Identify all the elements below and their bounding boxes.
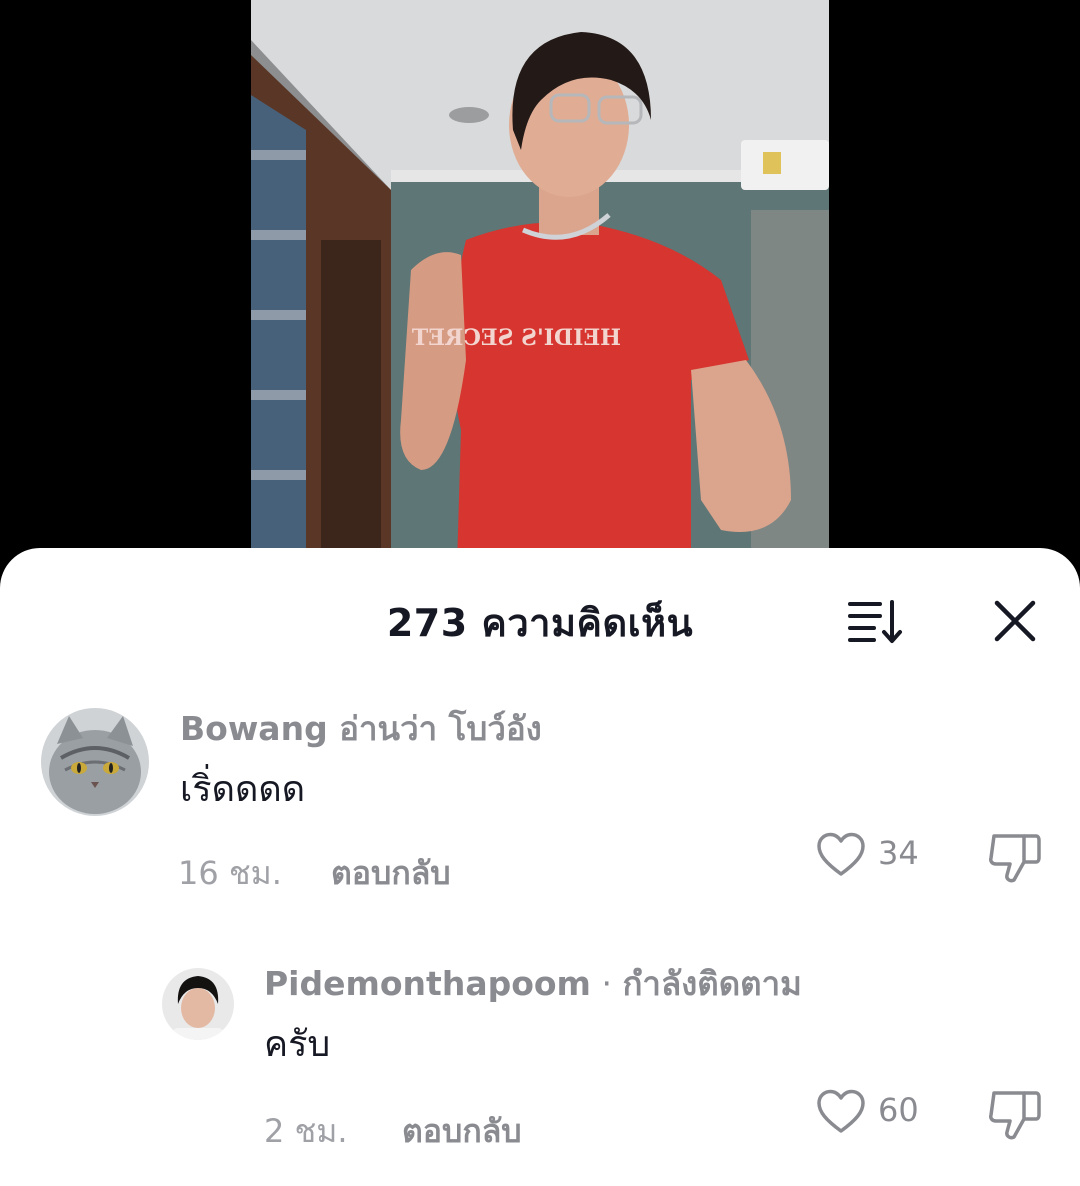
sort-button[interactable] bbox=[846, 596, 906, 646]
heart-outline-icon bbox=[817, 1089, 865, 1133]
comment-username-text[interactable]: Pidemonthapoom bbox=[264, 964, 591, 1003]
comment-username[interactable]: Pidemonthapoom · กำลังติดตาม bbox=[264, 957, 802, 1010]
sort-descending-icon bbox=[848, 600, 902, 643]
comment-text: ครับ bbox=[264, 1024, 331, 1065]
username-separator: · bbox=[590, 964, 623, 1003]
video-player[interactable]: HEIDI'S SECRET bbox=[0, 0, 1080, 600]
comment-timestamp: 2 ชม. bbox=[264, 1112, 348, 1150]
comments-count-title: 273 ความคิดเห็น bbox=[386, 601, 694, 645]
like-count: 34 bbox=[878, 834, 919, 872]
dislike-button[interactable] bbox=[988, 1089, 1042, 1143]
person-avatar-image bbox=[162, 968, 234, 1040]
video-still-image: HEIDI'S SECRET bbox=[251, 0, 829, 600]
comment-timestamp: 16 ชม. bbox=[178, 854, 282, 892]
avatar[interactable] bbox=[41, 708, 149, 816]
close-button[interactable] bbox=[988, 596, 1042, 646]
thumbs-down-icon bbox=[989, 1091, 1041, 1140]
close-icon bbox=[994, 600, 1036, 642]
following-badge: กำลังติดตาม bbox=[622, 964, 802, 1003]
video-frame: HEIDI'S SECRET bbox=[251, 0, 829, 600]
dislike-button[interactable] bbox=[988, 832, 1042, 886]
svg-text:HEIDI'S SECRET: HEIDI'S SECRET bbox=[411, 325, 621, 351]
avatar[interactable] bbox=[162, 968, 234, 1040]
heart-outline-icon bbox=[817, 832, 865, 876]
thumbs-down-icon bbox=[989, 834, 1041, 883]
comment-text: เริ่ดดดด bbox=[180, 769, 306, 810]
like-count: 60 bbox=[878, 1091, 919, 1129]
reply-button[interactable]: ตอบกลับ bbox=[331, 848, 451, 899]
comment-username[interactable]: Bowang อ่านว่า โบว์อัง bbox=[180, 702, 542, 755]
reply-button[interactable]: ตอบกลับ bbox=[402, 1106, 522, 1157]
cat-avatar-image bbox=[41, 708, 149, 816]
comments-sheet: 273 ความคิดเห็น Bowang อ่านว่า โบว์อัง เ… bbox=[0, 548, 1080, 1186]
